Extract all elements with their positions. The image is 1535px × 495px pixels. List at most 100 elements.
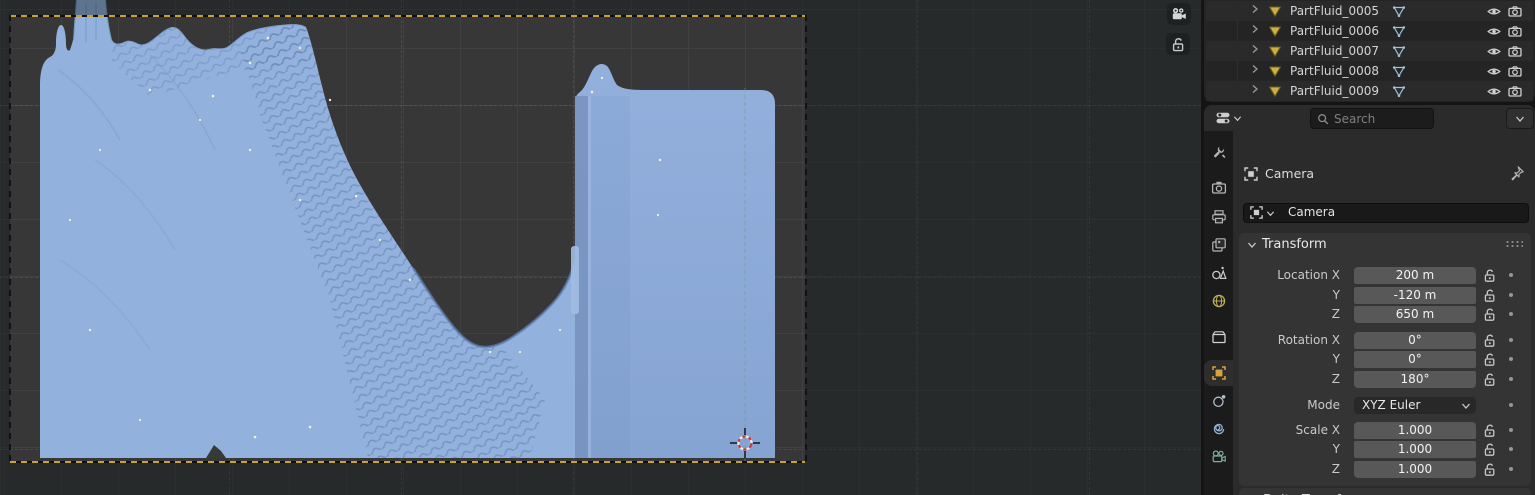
lock-open-icon[interactable] <box>1483 307 1496 322</box>
scale-y-field[interactable]: 1.000 <box>1354 441 1476 458</box>
animate-dot[interactable] <box>1509 293 1513 297</box>
eye-icon[interactable] <box>1487 46 1501 57</box>
tab-object-data[interactable] <box>1204 444 1233 470</box>
location-y-field[interactable]: -120 m <box>1354 287 1476 304</box>
world-globe-icon <box>1211 293 1227 309</box>
tab-output[interactable] <box>1204 204 1233 230</box>
tab-view-layer[interactable] <box>1204 232 1233 258</box>
expand-chevron-icon[interactable] <box>1250 44 1260 54</box>
field-label: Scale X <box>1239 422 1340 439</box>
constraint-spiral-icon <box>1211 421 1227 437</box>
lock-open-icon[interactable] <box>1483 268 1496 283</box>
tab-world[interactable] <box>1204 288 1233 314</box>
object-name[interactable]: PartFluid_0008 <box>1290 64 1379 78</box>
properties-editor-icon <box>1215 110 1231 126</box>
object-name[interactable]: PartFluid_0009 <box>1290 84 1379 98</box>
chevron-down-icon <box>1266 209 1275 218</box>
animate-dot[interactable] <box>1509 447 1513 451</box>
panel-title: Transform <box>1262 237 1327 252</box>
expand-chevron-icon[interactable] <box>1250 64 1260 74</box>
camera-icon[interactable] <box>1508 45 1522 57</box>
animate-dot[interactable] <box>1509 377 1513 381</box>
3d-viewport[interactable] <box>0 0 1201 495</box>
lock-open-icon[interactable] <box>1483 372 1496 387</box>
search-icon <box>1317 113 1329 125</box>
tab-collection[interactable] <box>1204 324 1233 350</box>
camera-icon[interactable] <box>1508 65 1522 77</box>
lock-open-icon[interactable] <box>1483 442 1496 457</box>
location-x-field[interactable]: 200 m <box>1354 267 1476 284</box>
camera-icon[interactable] <box>1508 85 1522 97</box>
outliner-row[interactable]: PartFluid_0005 <box>1206 1 1533 21</box>
camera-frame-bottom <box>10 461 805 463</box>
chevron-down-icon <box>1233 114 1242 123</box>
object-name[interactable]: PartFluid_0007 <box>1290 44 1379 58</box>
expand-chevron-icon[interactable] <box>1250 24 1260 34</box>
tab-tool[interactable] <box>1204 140 1233 166</box>
fluid-splash-on-block <box>571 246 579 314</box>
animate-dot[interactable] <box>1509 403 1513 407</box>
field-label: Y <box>1239 351 1340 368</box>
camera-icon[interactable] <box>1508 5 1522 17</box>
lock-open-icon[interactable] <box>1483 288 1496 303</box>
editor-type-button[interactable] <box>1210 108 1246 128</box>
scale-x-field[interactable]: 1.000 <box>1354 422 1476 439</box>
lock-view-button[interactable] <box>1166 33 1190 55</box>
lock-open-icon[interactable] <box>1483 423 1496 438</box>
location-z-field[interactable]: 650 m <box>1354 306 1476 323</box>
mesh-object-icon <box>1268 4 1282 18</box>
tab-object[interactable] <box>1204 360 1233 386</box>
outliner-row[interactable]: PartFluid_0007 <box>1206 41 1533 61</box>
tab-render[interactable] <box>1204 175 1233 201</box>
camera-icon[interactable] <box>1508 25 1522 37</box>
lock-open-icon <box>1171 37 1185 52</box>
animate-dot[interactable] <box>1509 467 1513 471</box>
rotation-z-field[interactable]: 180° <box>1354 371 1476 388</box>
expand-chevron-icon[interactable] <box>1250 4 1260 14</box>
eye-icon[interactable] <box>1487 66 1501 77</box>
camera-view-toggle-button[interactable] <box>1167 3 1191 25</box>
object-name[interactable]: PartFluid_0006 <box>1290 24 1379 38</box>
breadcrumb-object-name[interactable]: Camera <box>1265 166 1314 181</box>
expand-chevron-icon[interactable] <box>1250 84 1260 94</box>
chevron-down-icon <box>1247 240 1257 250</box>
tab-constraints[interactable] <box>1204 416 1233 442</box>
rotation-mode-dropdown[interactable]: XYZ Euler <box>1354 397 1476 414</box>
field-label: Z <box>1239 371 1340 388</box>
rotation-y-field[interactable]: 0° <box>1354 351 1476 368</box>
tab-physics[interactable] <box>1204 388 1233 414</box>
animate-dot[interactable] <box>1509 312 1513 316</box>
lock-open-icon[interactable] <box>1483 352 1496 367</box>
pin-icon[interactable] <box>1509 165 1525 181</box>
field-label: Mode <box>1239 397 1340 414</box>
field-label: Y <box>1239 441 1340 458</box>
search-input[interactable]: Search <box>1310 108 1434 129</box>
outliner-row[interactable]: PartFluid_0009 <box>1206 81 1533 101</box>
animate-dot[interactable] <box>1509 273 1513 277</box>
animate-dot[interactable] <box>1509 428 1513 432</box>
animate-dot[interactable] <box>1509 357 1513 361</box>
panel-drag-handle[interactable] <box>1505 240 1523 248</box>
properties-options-button[interactable] <box>1506 108 1534 129</box>
field-label: Rotation X <box>1239 332 1340 349</box>
rotation-x-field[interactable]: 0° <box>1354 332 1476 349</box>
object-square-icon <box>1211 365 1227 381</box>
eye-icon[interactable] <box>1487 6 1501 17</box>
delta-transform-panel[interactable]: Delta Transform <box>1239 488 1531 495</box>
chevron-down-icon <box>1515 114 1525 124</box>
properties-tab-column <box>1204 131 1233 495</box>
view-layer-icon <box>1211 237 1227 253</box>
tab-scene[interactable] <box>1204 260 1233 286</box>
object-name[interactable]: PartFluid_0005 <box>1290 4 1379 18</box>
mesh-object-icon <box>1268 84 1282 98</box>
lock-open-icon[interactable] <box>1483 333 1496 348</box>
outliner-row[interactable]: PartFluid_0006 <box>1206 21 1533 41</box>
mesh-data-icon <box>1392 64 1406 78</box>
eye-icon[interactable] <box>1487 86 1501 97</box>
scale-z-field[interactable]: 1.000 <box>1354 461 1476 478</box>
eye-icon[interactable] <box>1487 26 1501 37</box>
animate-dot[interactable] <box>1509 338 1513 342</box>
lock-open-icon[interactable] <box>1483 462 1496 477</box>
outliner-row[interactable]: PartFluid_0008 <box>1206 61 1533 81</box>
object-name-field[interactable]: Camera <box>1243 203 1529 223</box>
